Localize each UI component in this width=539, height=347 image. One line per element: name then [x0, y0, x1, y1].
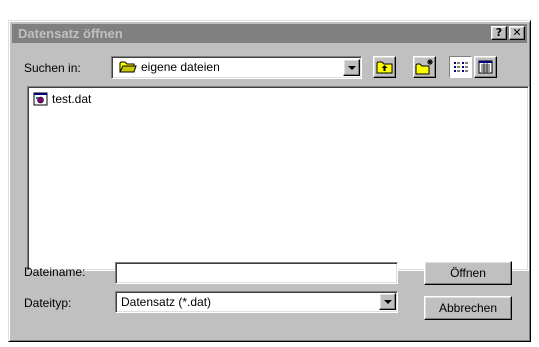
lookin-combobox[interactable]: eigene dateien — [111, 56, 362, 79]
list-view-icon — [454, 62, 468, 72]
open-button[interactable]: Öffnen — [424, 261, 512, 285]
filename-input[interactable] — [115, 262, 398, 284]
title-bar[interactable]: Datensatz öffnen ? ✕ — [12, 24, 527, 43]
chevron-down-icon — [348, 66, 356, 70]
new-folder-button[interactable] — [413, 56, 436, 78]
details-view-button[interactable] — [474, 56, 497, 78]
up-one-level-button[interactable] — [373, 56, 396, 78]
lookin-label: Suchen in: — [24, 61, 81, 75]
cancel-button-label: Abbrechen — [438, 301, 498, 315]
filename-label: Dateiname: — [24, 265, 86, 279]
folder-icon — [119, 60, 137, 74]
close-button[interactable]: ✕ — [509, 26, 525, 40]
cancel-button[interactable]: Abbrechen — [424, 296, 512, 320]
filetype-dropdown-button[interactable] — [379, 293, 396, 310]
file-list[interactable]: test.dat — [27, 86, 529, 271]
up-one-level-icon — [376, 61, 393, 74]
new-folder-icon — [415, 59, 433, 75]
lookin-value: eigene dateien — [141, 60, 220, 74]
close-icon: ✕ — [512, 26, 522, 39]
file-name: test.dat — [52, 92, 92, 106]
dialog-title: Datensatz öffnen — [18, 26, 123, 41]
open-dialog-window: Datensatz öffnen ? ✕ Suchen in: eigene d… — [8, 20, 531, 342]
details-view-icon — [478, 60, 493, 74]
chevron-down-icon — [384, 300, 392, 304]
open-button-label: Öffnen — [450, 266, 486, 280]
list-view-button[interactable] — [449, 56, 472, 78]
help-icon: ? — [495, 26, 503, 39]
lookin-dropdown-button[interactable] — [343, 59, 360, 76]
filetype-combobox[interactable]: Datensatz (*.dat) — [115, 291, 398, 313]
filetype-value: Datensatz (*.dat) — [121, 295, 212, 309]
help-button[interactable]: ? — [491, 26, 507, 40]
dat-file-icon — [33, 92, 49, 106]
filetype-label: Dateityp: — [24, 296, 72, 310]
